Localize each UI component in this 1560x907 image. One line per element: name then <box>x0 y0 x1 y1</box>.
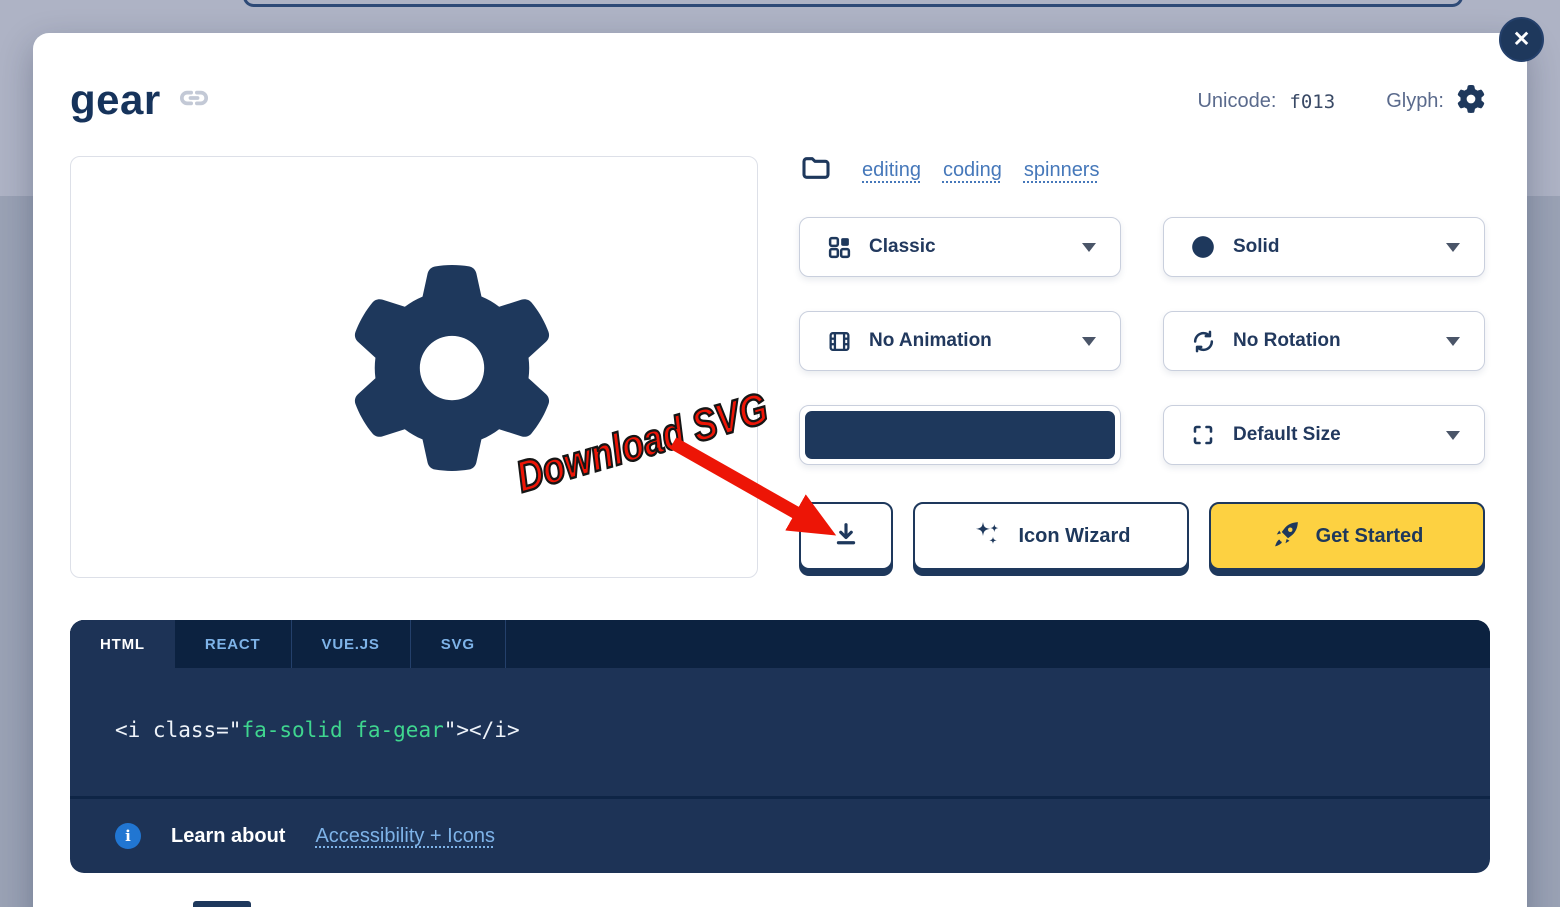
chevron-down-icon <box>1446 336 1460 346</box>
color-swatch <box>805 411 1115 459</box>
code-pre: <i class=" <box>115 718 242 742</box>
info-icon: i <box>115 823 141 849</box>
accessibility-icons-link[interactable]: Accessibility + Icons <box>315 825 495 848</box>
icon-wizard-button[interactable]: Icon Wizard <box>913 502 1189 570</box>
get-started-button[interactable]: Get Started <box>1209 502 1485 570</box>
category-link-editing[interactable]: editing <box>862 159 921 182</box>
size-select[interactable]: Default Size <box>1163 405 1485 465</box>
tab-svg[interactable]: SVG <box>411 620 506 668</box>
code-snippet-panel: HTML REACT VUE.JS SVG <i class="fa-solid… <box>70 620 1490 873</box>
chevron-down-icon <box>1446 430 1460 440</box>
tab-html[interactable]: HTML <box>70 620 175 668</box>
icon-meta: Unicode: f013 Glyph: <box>1197 85 1485 118</box>
icon-detail-modal: ✕ gear Unicode: f013 Glyph: editing codi… <box>33 17 1544 907</box>
grid-icon <box>826 235 852 260</box>
accessibility-footer: i Learn about Accessibility + Icons <box>70 799 1490 873</box>
tab-vuejs[interactable]: VUE.JS <box>292 620 411 668</box>
code-snippet[interactable]: <i class="fa-solid fa-gear"></i> <box>115 718 520 742</box>
size-select-label: Default Size <box>1233 424 1341 445</box>
rotation-select[interactable]: No Rotation <box>1163 311 1485 371</box>
download-svg-button[interactable] <box>799 502 893 570</box>
learn-about-label: Learn about <box>171 824 286 847</box>
category-link-spinners[interactable]: spinners <box>1024 159 1100 182</box>
chevron-down-icon <box>1082 242 1096 252</box>
film-icon <box>826 329 852 354</box>
tab-react[interactable]: REACT <box>175 620 292 668</box>
chevron-down-icon <box>1082 336 1096 346</box>
animation-select-label: No Animation <box>869 330 992 351</box>
category-link-coding[interactable]: coding <box>943 159 1002 182</box>
expand-icon <box>1190 423 1216 447</box>
family-select[interactable]: Classic <box>799 217 1121 277</box>
style-select-label: Solid <box>1233 236 1280 257</box>
family-select-label: Classic <box>869 236 936 257</box>
code-tab-strip: HTML REACT VUE.JS SVG <box>70 620 1490 668</box>
chevron-down-icon <box>1446 242 1460 252</box>
icon-preview-panel <box>70 156 758 677</box>
icon-wizard-label: Icon Wizard <box>1018 524 1131 547</box>
code-classes: fa-solid fa-gear <box>241 718 444 742</box>
rotate-icon <box>1190 329 1216 354</box>
glyph-label: Glyph: <box>1386 90 1444 112</box>
folder-icon <box>800 152 832 189</box>
gear-glyph-icon <box>1457 85 1485 118</box>
animation-select[interactable]: No Animation <box>799 311 1121 371</box>
style-select[interactable]: Solid <box>1163 217 1485 277</box>
unicode-label: Unicode: <box>1197 90 1277 112</box>
rotation-select-label: No Rotation <box>1233 330 1341 351</box>
gear-preview-icon <box>349 265 555 476</box>
close-button[interactable]: ✕ <box>1499 17 1544 62</box>
link-icon[interactable] <box>177 81 211 120</box>
page-title: gear <box>70 76 161 123</box>
filled-circle-icon <box>1190 234 1216 260</box>
rocket-icon <box>1271 519 1301 554</box>
sparkles-icon <box>971 518 1003 555</box>
title-row: gear <box>70 76 211 124</box>
get-started-label: Get Started <box>1315 524 1424 547</box>
category-row: editing coding spinners <box>800 152 1099 189</box>
close-icon: ✕ <box>1512 28 1531 51</box>
color-swatch-select[interactable] <box>799 405 1121 465</box>
partial-element-below <box>193 901 251 907</box>
download-icon <box>832 520 860 553</box>
unicode-value: f013 <box>1289 90 1336 113</box>
background-searchbar-edge <box>243 0 1463 7</box>
code-post: "></i> <box>443 718 520 742</box>
